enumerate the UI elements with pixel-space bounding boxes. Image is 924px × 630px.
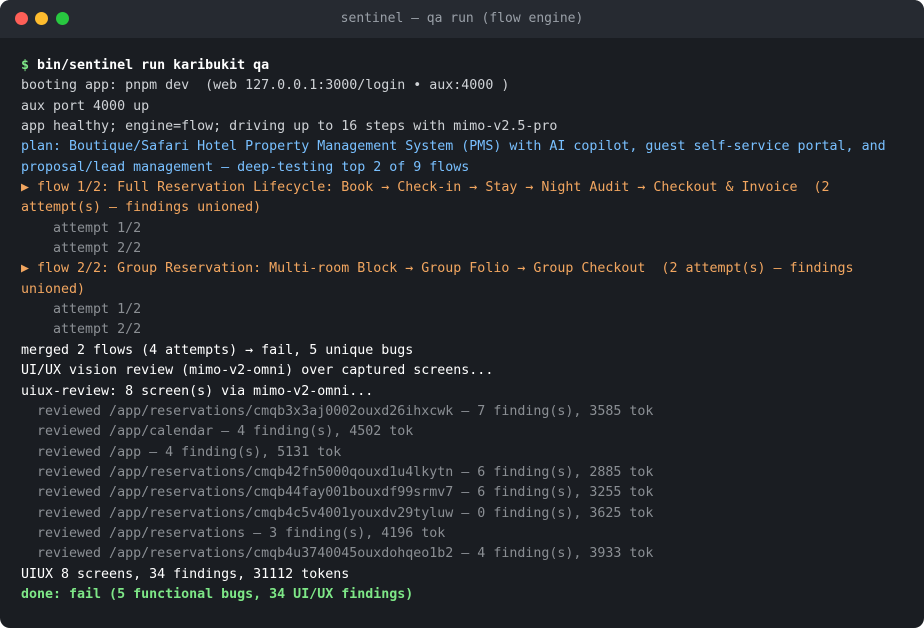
reviewed-line: reviewed /app/reservations/cmqb4c5v4001y… (21, 505, 654, 521)
reviewed-line: reviewed /app/calendar — 4 finding(s), 4… (21, 424, 414, 440)
title-bar: sentinel — qa run (flow engine) (0, 0, 924, 38)
output-line-aux: aux port 4000 up (21, 98, 150, 114)
output-line-flow-2-attempt-2: attempt 2/2 (21, 322, 142, 338)
output-line-uiux-review: uiux-review: 8 screen(s) via mimo-v2-omn… (21, 383, 374, 399)
output-line-flow-1: ▶ flow 1/2: Full Reservation Lifecycle: … (21, 180, 838, 216)
terminal-window: sentinel — qa run (flow engine) $ bin/se… (0, 0, 924, 628)
terminal-output[interactable]: $ bin/sentinel run karibukit qa booting … (21, 56, 904, 605)
output-line-flow-1-attempt-2: attempt 2/2 (21, 241, 142, 257)
prompt-symbol: $ (21, 58, 30, 73)
output-line-done: done: fail (5 functional bugs, 34 UI/UX … (21, 586, 414, 602)
output-line-flow-2: ▶ flow 2/2: Group Reservation: Multi-roo… (21, 261, 862, 297)
output-line-flow-1-attempt-1: attempt 1/2 (21, 220, 142, 236)
output-line-merged: merged 2 flows (4 attempts) → fail, 5 un… (21, 342, 414, 358)
reviewed-line: reviewed /app/reservations/cmqb3x3aj0002… (21, 403, 654, 419)
output-line-healthy: app healthy; engine=flow; driving up to … (21, 119, 558, 135)
reviewed-line: reviewed /app/reservations/cmqb42fn5000q… (21, 464, 654, 480)
output-line-uiux-summary: UIUX 8 screens, 34 findings, 31112 token… (21, 566, 350, 582)
output-line-vision: UI/UX vision review (mimo-v2-omni) over … (21, 363, 494, 379)
reviewed-line: reviewed /app/reservations — 3 finding(s… (21, 525, 446, 541)
output-line-plan: plan: Boutique/Safari Hotel Property Man… (21, 139, 894, 175)
output-line-flow-2-attempt-1: attempt 1/2 (21, 302, 142, 318)
reviewed-line: reviewed /app/reservations/cmqb44fay001b… (21, 485, 654, 501)
window-title: sentinel — qa run (flow engine) (340, 11, 584, 26)
reviewed-line: reviewed /app — 4 finding(s), 5131 tok (21, 444, 342, 460)
command-line: $ bin/sentinel run karibukit qa (21, 56, 904, 76)
command-text: bin/sentinel run karibukit qa (37, 58, 270, 73)
reviewed-line: reviewed /app/reservations/cmqb4u3740045… (21, 546, 654, 562)
output-line-boot: booting app: pnpm dev (web 127.0.0.1:300… (21, 78, 510, 94)
